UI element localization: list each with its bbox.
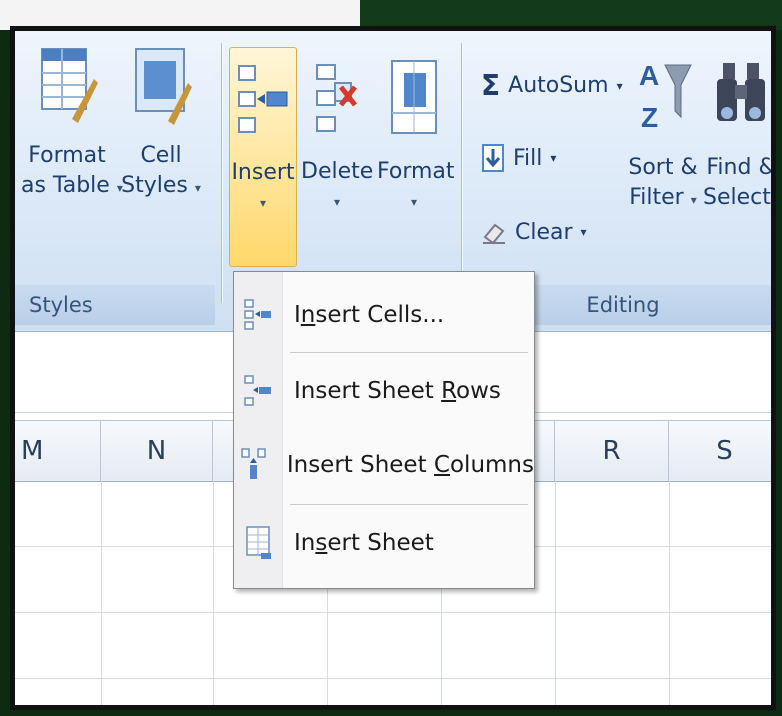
sort-filter-icon: A Z bbox=[639, 60, 692, 133]
column-header-r[interactable]: R bbox=[555, 421, 669, 481]
find-select-label-2: Select ▾ bbox=[703, 183, 771, 215]
menu-item-label: Insert Cells... bbox=[294, 302, 444, 328]
insert-dropdown-menu: Insert Cells... Insert Sheet Rows Insert… bbox=[233, 271, 535, 589]
insert-cells-icon bbox=[234, 298, 282, 332]
format-button[interactable]: Format ▾ bbox=[377, 47, 455, 217]
label-part: In bbox=[294, 530, 316, 556]
menu-item-insert-sheet-rows[interactable]: Insert Sheet Rows bbox=[234, 360, 534, 422]
menu-item-label: Insert Sheet bbox=[294, 530, 434, 556]
label-part: ows bbox=[456, 378, 501, 404]
label-part: Insert Sheet bbox=[286, 452, 434, 478]
cell-styles-button[interactable]: Cell Styles ▾ bbox=[115, 39, 207, 203]
fill-label: Fill bbox=[513, 145, 543, 171]
sort-filter-button[interactable]: A Z Sort & Filter ▾ bbox=[627, 51, 699, 215]
chevron-down-icon: ▾ bbox=[333, 195, 341, 209]
chevron-down-icon: ▾ bbox=[616, 78, 623, 93]
svg-text:A: A bbox=[639, 60, 659, 91]
menu-item-label: Insert Sheet Columns bbox=[287, 452, 534, 478]
grid-line bbox=[555, 480, 556, 705]
label-part: ert Sheet bbox=[327, 530, 434, 556]
chevron-down-icon: ▾ bbox=[690, 193, 697, 207]
cell-styles-label-2: Styles ▾ bbox=[115, 171, 207, 203]
sigma-icon: Σ bbox=[481, 69, 501, 102]
insert-label: Insert bbox=[231, 160, 295, 185]
insert-cells-icon bbox=[238, 65, 288, 133]
clear-label: Clear bbox=[515, 219, 573, 245]
format-as-table-label-1: Format bbox=[28, 143, 106, 168]
find-select-button[interactable]: Find & Select ▾ bbox=[703, 51, 776, 215]
insert-rows-icon bbox=[234, 374, 282, 408]
menu-divider bbox=[290, 352, 528, 353]
format-cells-icon bbox=[391, 60, 437, 134]
format-as-table-label-2-text: as Table bbox=[21, 173, 110, 198]
eraser-icon bbox=[483, 223, 505, 245]
menu-item-label: Insert Sheet Rows bbox=[294, 378, 501, 404]
access-key: n bbox=[300, 302, 316, 328]
svg-text:Z: Z bbox=[641, 102, 658, 133]
column-header-m[interactable]: M bbox=[15, 421, 101, 481]
cell-styles-label-2-text: Styles bbox=[121, 173, 188, 198]
menu-divider bbox=[290, 504, 528, 505]
group-divider bbox=[221, 43, 222, 303]
format-as-table-icon bbox=[41, 48, 98, 123]
chevron-down-icon: ▾ bbox=[194, 181, 201, 195]
delete-label: Delete bbox=[301, 159, 374, 184]
column-header-n[interactable]: N bbox=[101, 421, 213, 481]
grid-line bbox=[101, 480, 102, 705]
menu-item-insert-cells[interactable]: Insert Cells... bbox=[234, 284, 534, 346]
insert-sheet-icon bbox=[234, 525, 282, 561]
sort-filter-label-2-text: Filter bbox=[629, 185, 684, 210]
sort-filter-label-2: Filter ▾ bbox=[627, 183, 699, 215]
insert-columns-icon bbox=[234, 447, 275, 483]
label-part: I bbox=[294, 302, 301, 328]
find-select-label-1: Find & bbox=[706, 155, 776, 180]
menu-item-insert-sheet[interactable]: Insert Sheet bbox=[234, 512, 534, 574]
menu-item-insert-sheet-columns[interactable]: Insert Sheet Columns bbox=[234, 434, 534, 496]
access-key: s bbox=[315, 530, 328, 556]
group-divider bbox=[461, 43, 462, 303]
column-header-s[interactable]: S bbox=[669, 421, 771, 481]
autosum-label: AutoSum bbox=[508, 73, 609, 98]
clear-button[interactable]: Clear ▾ bbox=[481, 219, 587, 245]
format-as-table-button[interactable]: Format as Table ▾ bbox=[21, 39, 123, 203]
format-label: Format bbox=[377, 159, 455, 184]
chevron-down-icon: ▾ bbox=[410, 195, 418, 209]
format-as-table-label-2: as Table ▾ bbox=[21, 171, 123, 203]
cell-styles-label-1: Cell bbox=[140, 143, 182, 168]
delete-button[interactable]: Delete ▾ bbox=[301, 47, 373, 217]
excel-window: Format as Table ▾ Cell Styles ▾ Styles I… bbox=[10, 26, 776, 710]
grid-line bbox=[669, 480, 670, 705]
grid-line bbox=[213, 480, 214, 705]
table-row[interactable] bbox=[15, 612, 771, 679]
sort-filter-label-1: Sort & bbox=[628, 155, 698, 180]
fill-down-icon bbox=[482, 144, 504, 172]
access-key: R bbox=[441, 378, 457, 404]
label-part: Insert Sheet bbox=[294, 378, 442, 404]
delete-cells-icon bbox=[316, 64, 357, 132]
chevron-down-icon: ▾ bbox=[259, 196, 267, 210]
chevron-down-icon: ▾ bbox=[580, 225, 587, 239]
label-part: olumns bbox=[449, 452, 534, 478]
table-row[interactable] bbox=[15, 678, 771, 705]
fill-button[interactable]: Fill ▾ bbox=[481, 143, 556, 173]
cell-styles-icon bbox=[135, 48, 192, 125]
styles-group-label: Styles bbox=[15, 285, 215, 325]
access-key: C bbox=[433, 452, 450, 478]
find-select-label-2-text: Select bbox=[703, 185, 771, 210]
styles-group: Format as Table ▾ Cell Styles ▾ Styles bbox=[15, 39, 215, 325]
binoculars-icon bbox=[717, 63, 765, 121]
chevron-down-icon: ▾ bbox=[550, 151, 557, 165]
autosum-button[interactable]: Σ AutoSum ▾ bbox=[481, 69, 623, 102]
label-part: sert Cells... bbox=[315, 302, 445, 328]
insert-button[interactable]: Insert ▾ bbox=[229, 47, 297, 267]
